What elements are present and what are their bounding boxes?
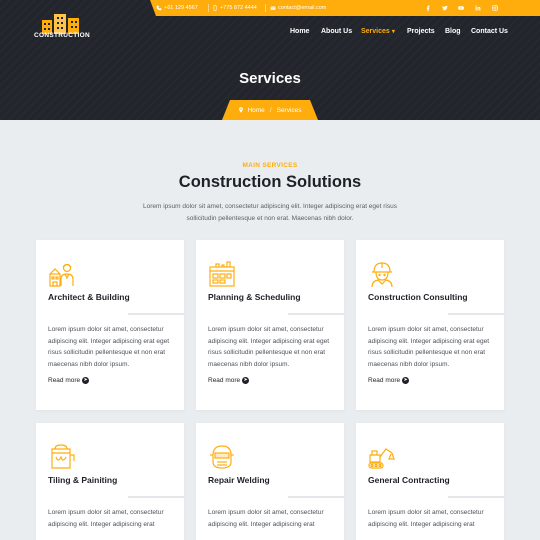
phone-2-text: +775 872 4444 bbox=[220, 5, 257, 11]
email-link[interactable]: contact@email.com bbox=[270, 0, 326, 16]
service-card[interactable]: General Contracting Lorem ipsum dolor si… bbox=[356, 423, 504, 540]
service-card[interactable]: Tiling & Painiting Lorem ipsum dolor sit… bbox=[36, 423, 184, 540]
service-card[interactable]: Construction Consulting Lorem ipsum dolo… bbox=[356, 240, 504, 410]
breadcrumb: Home / Services bbox=[222, 100, 318, 120]
phone-icon bbox=[156, 5, 162, 11]
nav-projects[interactable]: Projects bbox=[407, 28, 435, 35]
read-more-label: Read more bbox=[368, 377, 401, 384]
nav-blog[interactable]: Blog bbox=[445, 28, 461, 35]
nav-about[interactable]: About Us bbox=[321, 28, 352, 35]
service-description: Lorem ipsum dolor sit amet, consectetur … bbox=[48, 509, 164, 528]
service-title: Construction Consulting bbox=[368, 292, 468, 302]
title-divider bbox=[128, 496, 184, 498]
nav-services[interactable]: Services ▾ bbox=[361, 28, 395, 35]
service-title: General Contracting bbox=[368, 475, 450, 485]
service-title: Planning & Scheduling bbox=[208, 292, 301, 302]
service-description: Lorem ipsum dolor sit amet, consectetur … bbox=[368, 509, 484, 528]
excavator-icon bbox=[368, 443, 396, 471]
youtube-icon[interactable] bbox=[455, 0, 467, 16]
read-more-label: Read more bbox=[48, 377, 81, 384]
logo-text: CONSTRUCTION bbox=[34, 32, 90, 39]
service-description: Lorem ipsum dolor sit amet, consectetur … bbox=[208, 509, 324, 528]
nav-services-label: Services bbox=[361, 28, 390, 35]
service-description: Lorem ipsum dolor sit amet, consectetur … bbox=[368, 326, 490, 369]
twitter-icon[interactable] bbox=[439, 0, 451, 16]
mobile-icon bbox=[213, 5, 217, 11]
topbar-divider bbox=[265, 4, 266, 12]
facebook-icon[interactable] bbox=[422, 0, 434, 16]
section-intro: Lorem ipsum dolor sit amet, consectetur … bbox=[143, 203, 397, 222]
chevron-down-icon: ▾ bbox=[391, 29, 395, 35]
worker-helmet-icon bbox=[368, 260, 396, 288]
nav-home[interactable]: Home bbox=[290, 28, 309, 35]
service-title: Architect & Building bbox=[48, 292, 130, 302]
linkedin-icon[interactable] bbox=[472, 0, 484, 16]
read-more-link[interactable]: Read more ➤ bbox=[368, 377, 410, 384]
breadcrumb-current: Services bbox=[276, 106, 302, 114]
service-card[interactable]: Planning & Scheduling Lorem ipsum dolor … bbox=[196, 240, 344, 410]
arrow-right-icon: ➤ bbox=[402, 377, 410, 384]
paint-bucket-icon bbox=[48, 443, 76, 471]
topbar-divider bbox=[208, 4, 209, 12]
read-more-link[interactable]: Read more ➤ bbox=[208, 377, 250, 384]
welding-mask-icon bbox=[208, 443, 236, 471]
nav-contact[interactable]: Contact Us bbox=[471, 28, 508, 35]
arrow-right-icon: ➤ bbox=[242, 377, 250, 384]
title-divider bbox=[288, 313, 344, 315]
service-description: Lorem ipsum dolor sit amet, consectetur … bbox=[208, 326, 330, 369]
service-description: Lorem ipsum dolor sit amet, consectetur … bbox=[48, 326, 170, 369]
phone-1-text: +61 129 4567 bbox=[164, 5, 198, 11]
service-card[interactable]: Repair Welding Lorem ipsum dolor sit ame… bbox=[196, 423, 344, 540]
title-divider bbox=[448, 496, 504, 498]
service-title: Tiling & Painiting bbox=[48, 475, 118, 485]
instagram-icon[interactable] bbox=[489, 0, 501, 16]
contact-topbar: +61 129 4567 +775 872 4444 contact@email… bbox=[150, 0, 540, 16]
section-kicker: MAIN SERVICES bbox=[242, 162, 298, 169]
email-text: contact@email.com bbox=[278, 5, 327, 11]
phone-1[interactable]: +61 129 4567 bbox=[156, 0, 198, 16]
service-card[interactable]: Architect & Building Lorem ipsum dolor s… bbox=[36, 240, 184, 410]
page-title: Services bbox=[239, 70, 301, 87]
planning-icon bbox=[208, 260, 236, 288]
map-pin-icon bbox=[239, 107, 244, 113]
breadcrumb-home[interactable]: Home bbox=[247, 107, 264, 114]
arrow-right-icon: ➤ bbox=[82, 377, 90, 384]
read-more-link[interactable]: Read more ➤ bbox=[48, 377, 90, 384]
title-divider bbox=[448, 313, 504, 315]
service-title: Repair Welding bbox=[208, 475, 270, 485]
breadcrumb-separator: / bbox=[269, 106, 272, 114]
title-divider bbox=[288, 496, 344, 498]
envelope-icon bbox=[270, 6, 276, 10]
read-more-label: Read more bbox=[208, 377, 241, 384]
title-divider bbox=[128, 313, 184, 315]
phone-2[interactable]: +775 872 4444 bbox=[212, 0, 257, 16]
architect-icon bbox=[48, 260, 76, 288]
section-heading: Construction Solutions bbox=[178, 173, 362, 191]
